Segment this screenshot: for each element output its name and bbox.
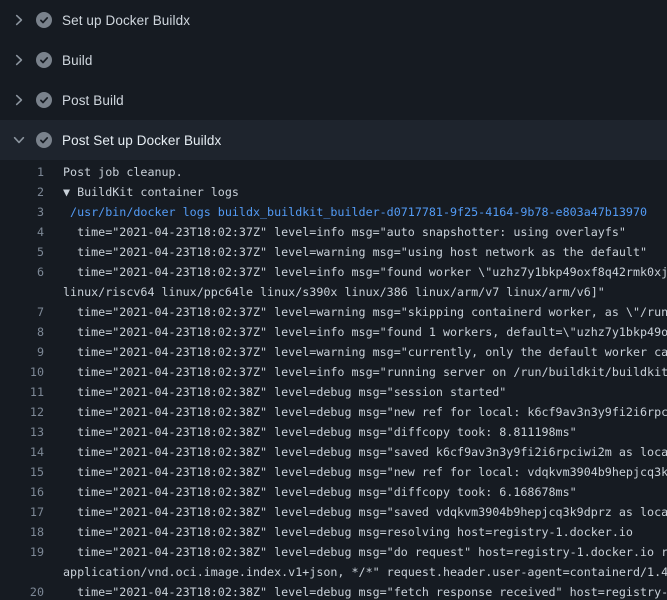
log-line-number[interactable] xyxy=(0,282,44,302)
log-line-text: time="2021-04-23T18:02:38Z" level=debug … xyxy=(44,542,667,562)
log-line-text: time="2021-04-23T18:02:37Z" level=info m… xyxy=(44,362,667,382)
log-line-number[interactable]: 10 xyxy=(0,362,44,382)
check-circle-icon xyxy=(36,52,52,68)
log-line-text: time="2021-04-23T18:02:38Z" level=debug … xyxy=(44,462,667,482)
check-circle-icon xyxy=(36,12,52,28)
log-line-text: time="2021-04-23T18:02:37Z" level=info m… xyxy=(44,262,667,282)
step-list: Set up Docker Buildx Build xyxy=(0,0,667,160)
log-line-number[interactable]: 12 xyxy=(0,402,44,422)
step-row[interactable]: Build xyxy=(0,40,667,80)
log-row: 7 time="2021-04-23T18:02:37Z" level=warn… xyxy=(0,302,667,322)
step-title: Set up Docker Buildx xyxy=(62,13,190,28)
log-row: 19 time="2021-04-23T18:02:38Z" level=deb… xyxy=(0,542,667,562)
check-circle-icon xyxy=(36,132,52,148)
log-line-number[interactable]: 20 xyxy=(0,582,44,600)
step-row[interactable]: Post Set up Docker Buildx xyxy=(0,120,667,160)
log-line-text: time="2021-04-23T18:02:37Z" level=info m… xyxy=(44,322,667,342)
log-line-number[interactable]: 19 xyxy=(0,542,44,562)
log-row: 8 time="2021-04-23T18:02:37Z" level=info… xyxy=(0,322,667,342)
log-line-number[interactable]: 17 xyxy=(0,502,44,522)
log-line-text: time="2021-04-23T18:02:38Z" level=debug … xyxy=(44,442,667,462)
log-line-text: time="2021-04-23T18:02:37Z" level=info m… xyxy=(44,222,626,242)
log-line-number[interactable]: 8 xyxy=(0,322,44,342)
log-line-text: application/vnd.oci.image.index.v1+json,… xyxy=(44,562,667,582)
log-row: 9 time="2021-04-23T18:02:37Z" level=warn… xyxy=(0,342,667,362)
log-row: 2 ▼ BuildKit container logs xyxy=(0,182,667,202)
log-row: 1 Post job cleanup. xyxy=(0,162,667,182)
log-line-number[interactable]: 11 xyxy=(0,382,44,402)
log-line-number[interactable]: 6 xyxy=(0,262,44,282)
chevron-right-icon xyxy=(11,52,27,68)
log-line-text: time="2021-04-23T18:02:38Z" level=debug … xyxy=(44,522,633,542)
log-line-text: time="2021-04-23T18:02:38Z" level=debug … xyxy=(44,482,577,502)
log-row: 5 time="2021-04-23T18:02:37Z" level=warn… xyxy=(0,242,667,262)
log-row: 13 time="2021-04-23T18:02:38Z" level=deb… xyxy=(0,422,667,442)
log-row: 17 time="2021-04-23T18:02:38Z" level=deb… xyxy=(0,502,667,522)
log-line-text: time="2021-04-23T18:02:37Z" level=warnin… xyxy=(44,342,667,362)
step-row[interactable]: Post Build xyxy=(0,80,667,120)
log-line-text: time="2021-04-23T18:02:37Z" level=warnin… xyxy=(44,242,647,262)
step-title: Build xyxy=(62,53,93,68)
log-line-number[interactable]: 4 xyxy=(0,222,44,242)
step-title: Post Set up Docker Buildx xyxy=(62,133,221,148)
log-row: 6 time="2021-04-23T18:02:37Z" level=info… xyxy=(0,262,667,282)
log-line-text: time="2021-04-23T18:02:38Z" level=debug … xyxy=(44,502,667,522)
log-line-number[interactable]: 2 xyxy=(0,182,44,202)
log-line-number[interactable]: 1 xyxy=(0,162,44,182)
log-area: 1 Post job cleanup. 2 ▼ BuildKit contain… xyxy=(0,160,667,600)
log-line-number[interactable]: 5 xyxy=(0,242,44,262)
chevron-down-icon xyxy=(11,132,27,148)
log-row: 10 time="2021-04-23T18:02:37Z" level=inf… xyxy=(0,362,667,382)
log-line-text: linux/riscv64 linux/ppc64le linux/s390x … xyxy=(44,282,605,302)
log-line-number[interactable]: 18 xyxy=(0,522,44,542)
log-group-toggle[interactable]: ▼ BuildKit container logs xyxy=(44,182,239,202)
step-title: Post Build xyxy=(62,93,124,108)
log-row: 14 time="2021-04-23T18:02:38Z" level=deb… xyxy=(0,442,667,462)
log-row: 15 time="2021-04-23T18:02:38Z" level=deb… xyxy=(0,462,667,482)
log-line-number[interactable] xyxy=(0,562,44,582)
log-line-number[interactable]: 3 xyxy=(0,202,44,222)
log-line-text: time="2021-04-23T18:02:38Z" level=debug … xyxy=(44,402,667,422)
log-row: 11 time="2021-04-23T18:02:38Z" level=deb… xyxy=(0,382,667,402)
log-row: application/vnd.oci.image.index.v1+json,… xyxy=(0,562,667,582)
chevron-right-icon xyxy=(11,92,27,108)
log-line-number[interactable]: 13 xyxy=(0,422,44,442)
log-line-text: time="2021-04-23T18:02:38Z" level=debug … xyxy=(44,582,667,600)
log-line-number[interactable]: 9 xyxy=(0,342,44,362)
log-row: 12 time="2021-04-23T18:02:38Z" level=deb… xyxy=(0,402,667,422)
log-row: 3 /usr/bin/docker logs buildx_buildkit_b… xyxy=(0,202,667,222)
log-line-text: time="2021-04-23T18:02:38Z" level=debug … xyxy=(44,422,577,442)
log-row: 4 time="2021-04-23T18:02:37Z" level=info… xyxy=(0,222,667,242)
log-line-text: /usr/bin/docker logs buildx_buildkit_bui… xyxy=(44,202,647,222)
log-line-text: Post job cleanup. xyxy=(44,162,183,182)
log-row: 20 time="2021-04-23T18:02:38Z" level=deb… xyxy=(0,582,667,600)
step-row[interactable]: Set up Docker Buildx xyxy=(0,0,667,40)
log-row: 18 time="2021-04-23T18:02:38Z" level=deb… xyxy=(0,522,667,542)
log-row: 16 time="2021-04-23T18:02:38Z" level=deb… xyxy=(0,482,667,502)
chevron-right-icon xyxy=(11,12,27,28)
log-line-text: time="2021-04-23T18:02:37Z" level=warnin… xyxy=(44,302,667,322)
log-line-number[interactable]: 14 xyxy=(0,442,44,462)
check-circle-icon xyxy=(36,92,52,108)
log-row: linux/riscv64 linux/ppc64le linux/s390x … xyxy=(0,282,667,302)
log-line-number[interactable]: 15 xyxy=(0,462,44,482)
log-line-text: time="2021-04-23T18:02:38Z" level=debug … xyxy=(44,382,506,402)
log-line-number[interactable]: 7 xyxy=(0,302,44,322)
log-line-number[interactable]: 16 xyxy=(0,482,44,502)
